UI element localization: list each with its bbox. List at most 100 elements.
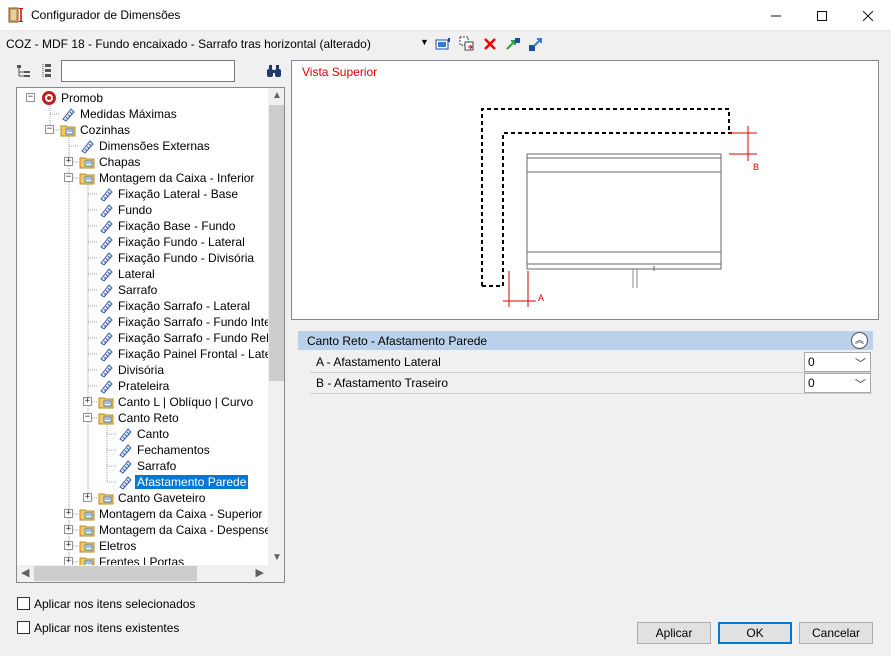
ruler-icon <box>98 314 114 330</box>
tree-item-fixacao-fundo-divisoria[interactable]: Fixação Fundo - Divisória <box>17 250 268 266</box>
tree-item-frentes-portas[interactable]: + Frentes | Portas <box>17 554 268 565</box>
window-title: Configurador de Dimensões <box>31 8 181 22</box>
tree-item-label: Fixação Sarrafo - Fundo Rebaix <box>118 331 268 345</box>
tree-item-sarrafo[interactable]: Sarrafo <box>17 458 268 474</box>
tree-item-eletros[interactable]: + Eletros <box>17 538 268 554</box>
tree-item-dimensoes-externas[interactable]: Dimensões Externas <box>17 138 268 154</box>
tree-item-cozinhas[interactable]: − Cozinhas <box>17 122 268 138</box>
expand-node-icon[interactable]: + <box>64 509 73 518</box>
expand-node-icon[interactable]: + <box>83 397 92 406</box>
afastamento-traseiro-select[interactable]: 0 ﹀ <box>804 373 871 393</box>
tree-item-label: Canto L | Oblíquo | Curvo <box>118 395 254 409</box>
tree-vertical-scrollbar[interactable]: ▲ ▼ <box>268 88 284 565</box>
tree-item-label: Fixação Sarrafo - Lateral <box>118 299 251 313</box>
apply-existing-label[interactable]: Aplicar nos itens existentes <box>34 621 179 635</box>
tree-search-input[interactable] <box>61 60 235 82</box>
tree-item-fixacao-base-fundo[interactable]: Fixação Base - Fundo <box>17 218 268 234</box>
property-label: B - Afastamento Traseiro <box>316 376 449 390</box>
tree-item-chapas[interactable]: + Chapas <box>17 154 268 170</box>
hscroll-thumb[interactable] <box>34 566 197 581</box>
scroll-thumb[interactable] <box>269 105 284 381</box>
collapse-node-icon[interactable]: − <box>64 173 73 182</box>
tree-item-fundo[interactable]: Fundo <box>17 202 268 218</box>
import-icon[interactable] <box>505 36 521 52</box>
view-icon[interactable] <box>435 36 451 52</box>
maximize-icon <box>817 10 827 21</box>
tree-item-fixacao-sarrafo-lateral[interactable]: Fixação Sarrafo - Lateral <box>17 298 268 314</box>
maximize-button[interactable] <box>799 0 845 31</box>
apply-selected-checkbox[interactable] <box>17 597 30 610</box>
ruler-icon <box>60 106 76 122</box>
apply-existing-checkbox[interactable] <box>17 621 30 634</box>
collapse-tree-icon[interactable] <box>40 63 56 79</box>
tree-item-label: Afastamento Parede <box>135 475 249 489</box>
folder-icon <box>98 410 114 426</box>
chevron-down-icon[interactable]: ﹀ <box>855 355 866 371</box>
apply-selected-label[interactable]: Aplicar nos itens selecionados <box>34 597 195 611</box>
expand-node-icon[interactable]: + <box>83 493 92 502</box>
tree-item-promob[interactable]: − Promob <box>17 90 268 106</box>
expand-node-icon[interactable]: + <box>64 557 73 565</box>
cancel-button[interactable]: Cancelar <box>799 622 873 644</box>
tree-item-montagem-da-caixa-superior[interactable]: + Montagem da Caixa - Superior <box>17 506 268 522</box>
property-label: A - Afastamento Lateral <box>316 355 441 369</box>
tree-item-afastamento-parede[interactable]: Afastamento Parede <box>17 474 268 490</box>
scroll-down-icon[interactable]: ▼ <box>272 552 282 563</box>
tree-item-montagem-da-caixa-inferior[interactable]: − Montagem da Caixa - Inferior <box>17 170 268 186</box>
tree-item-sarrafo[interactable]: Sarrafo <box>17 282 268 298</box>
tree-item-prateleira[interactable]: Prateleira <box>17 378 268 394</box>
tree-item-fixacao-painel-frontal-lateral[interactable]: Fixação Painel Frontal - Lateral <box>17 346 268 362</box>
tree-item-fixacao-lateral-base[interactable]: Fixação Lateral - Base <box>17 186 268 202</box>
copy-icon[interactable] <box>459 36 475 52</box>
ruler-icon <box>117 442 133 458</box>
ruler-icon <box>98 218 114 234</box>
apply-button[interactable]: Aplicar <box>637 622 711 644</box>
tree-item-montagem-da-caixa-despenseiros[interactable]: + Montagem da Caixa - Despenseiros <box>17 522 268 538</box>
tree-item-fixacao-fundo-lateral[interactable]: Fixação Fundo - Lateral <box>17 234 268 250</box>
collapse-node-icon[interactable]: − <box>83 413 92 422</box>
tree-item-label: Chapas <box>99 155 141 169</box>
combo-dropdown-icon[interactable]: ▼ <box>420 37 429 47</box>
tree-item-fechamentos[interactable]: Fechamentos <box>17 442 268 458</box>
dimension-b-label: B <box>753 162 759 172</box>
ok-button[interactable]: OK <box>718 622 792 644</box>
close-button[interactable] <box>845 0 891 31</box>
tree-item-canto-l-obliquo-curvo[interactable]: + Canto L | Oblíquo | Curvo <box>17 394 268 410</box>
tree-item-medidas-maximas[interactable]: Medidas Máximas <box>17 106 268 122</box>
delete-icon[interactable] <box>482 36 498 52</box>
collapse-node-icon[interactable]: − <box>45 125 54 134</box>
configuration-combo[interactable]: COZ - MDF 18 - Fundo encaixado - Sarrafo… <box>6 37 371 51</box>
tree-item-fixacao-sarrafo-fundo-rebaix[interactable]: Fixação Sarrafo - Fundo Rebaix <box>17 330 268 346</box>
tree-view[interactable]: − Promob Medidas Máximas − Cozinhas Dimensões… <box>16 87 285 583</box>
expand-node-icon[interactable]: + <box>64 157 73 166</box>
ruler-icon <box>117 474 133 490</box>
top-view-drawing: B A <box>481 108 759 307</box>
scroll-left-icon[interactable]: ◀ <box>21 566 29 579</box>
tree-item-canto-gaveteiro[interactable]: + Canto Gaveteiro <box>17 490 268 506</box>
tree-item-canto[interactable]: Canto <box>17 426 268 442</box>
collapse-group-icon[interactable]: ︽ <box>851 332 868 349</box>
folder-icon <box>60 122 76 138</box>
property-group-header[interactable]: Canto Reto - Afastamento Parede ︽ <box>298 331 873 350</box>
tree-horizontal-scrollbar[interactable]: ◀ ▶ <box>17 565 268 582</box>
expand-node-icon[interactable]: + <box>64 541 73 550</box>
scroll-right-icon[interactable]: ▶ <box>256 566 264 579</box>
tree-panel: − Promob Medidas Máximas − Cozinhas Dimensões… <box>16 60 285 583</box>
tree-item-label: Canto Gaveteiro <box>118 491 206 505</box>
scroll-up-icon[interactable]: ▲ <box>272 90 282 101</box>
tree-item-label: Dimensões Externas <box>99 139 210 153</box>
collapse-node-icon[interactable]: − <box>26 93 35 102</box>
binoculars-icon[interactable] <box>266 63 282 79</box>
expand-node-icon[interactable]: + <box>64 525 73 534</box>
tree-item-label: Sarrafo <box>137 459 177 473</box>
folder-icon <box>79 506 95 522</box>
tree-item-lateral[interactable]: Lateral <box>17 266 268 282</box>
tree-item-canto-reto[interactable]: − Canto Reto <box>17 410 268 426</box>
afastamento-lateral-select[interactable]: 0 ﹀ <box>804 352 871 372</box>
export-icon[interactable] <box>528 36 544 52</box>
tree-item-divisoria[interactable]: Divisória <box>17 362 268 378</box>
expand-tree-icon[interactable] <box>16 63 32 79</box>
chevron-down-icon[interactable]: ﹀ <box>855 376 866 392</box>
tree-item-fixacao-sarrafo-fundo-inteiro[interactable]: Fixação Sarrafo - Fundo Inteiro <box>17 314 268 330</box>
minimize-button[interactable] <box>753 0 799 31</box>
